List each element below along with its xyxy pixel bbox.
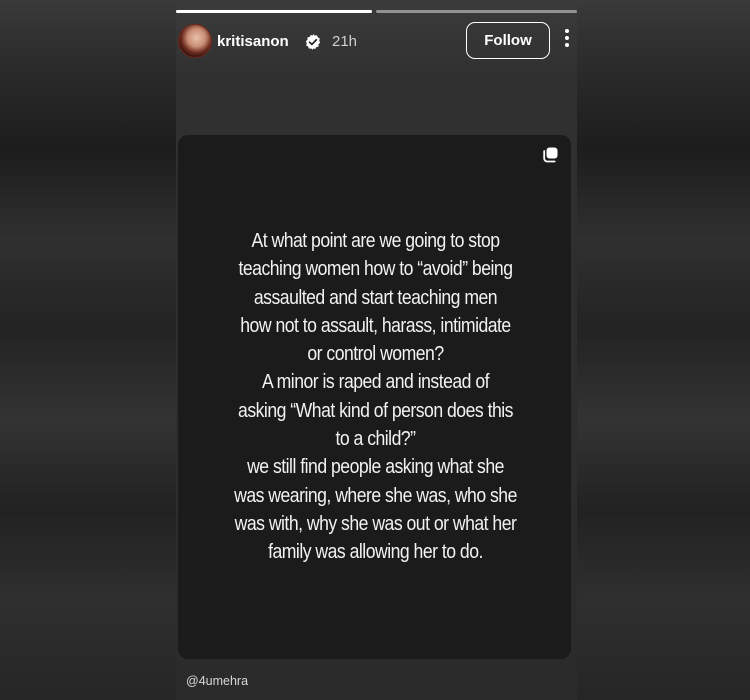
story-text-line: was wearing, where she was, who she bbox=[234, 483, 517, 507]
progress-segment-1 bbox=[176, 10, 372, 13]
story-text-line: teaching women how to “avoid” being bbox=[238, 257, 514, 281]
story-text-line: or control women? bbox=[307, 342, 444, 366]
story-text-line: family was allowing her to do. bbox=[268, 540, 483, 564]
progress-fill-1 bbox=[176, 10, 372, 13]
avatar[interactable] bbox=[178, 24, 212, 58]
story-text-line: A minor is raped and instead of bbox=[261, 370, 490, 394]
story-text-line: how not to assault, harass, intimidate bbox=[240, 313, 511, 337]
image-credit: @4umehra bbox=[186, 674, 249, 688]
username[interactable]: kritisanon bbox=[217, 33, 289, 51]
story-text-line: At what point are we going to stop bbox=[251, 229, 500, 252]
post-time: 21h bbox=[332, 33, 358, 50]
copy-icon[interactable] bbox=[541, 146, 559, 164]
more-vertical-icon[interactable] bbox=[562, 29, 572, 51]
story-viewer: kritisanon 21h Follow At what point are … bbox=[176, 0, 577, 700]
story-text-line: to a child?” bbox=[335, 427, 416, 451]
verified-badge-icon bbox=[305, 34, 321, 50]
text-card: At what point are we going to stop teach… bbox=[178, 135, 571, 659]
story-text: At what point are we going to stop teach… bbox=[231, 227, 519, 567]
follow-button[interactable]: Follow bbox=[466, 22, 550, 59]
story-progress bbox=[176, 10, 577, 14]
story-text-line: assaulted and start teaching men bbox=[253, 285, 498, 309]
story-text-line: we still find people asking what she bbox=[247, 455, 504, 479]
story-text-line: asking “What kind of person does this bbox=[238, 398, 513, 422]
story-text-line: was with, why she was out or what her bbox=[234, 511, 517, 535]
progress-segment-2 bbox=[376, 10, 577, 13]
